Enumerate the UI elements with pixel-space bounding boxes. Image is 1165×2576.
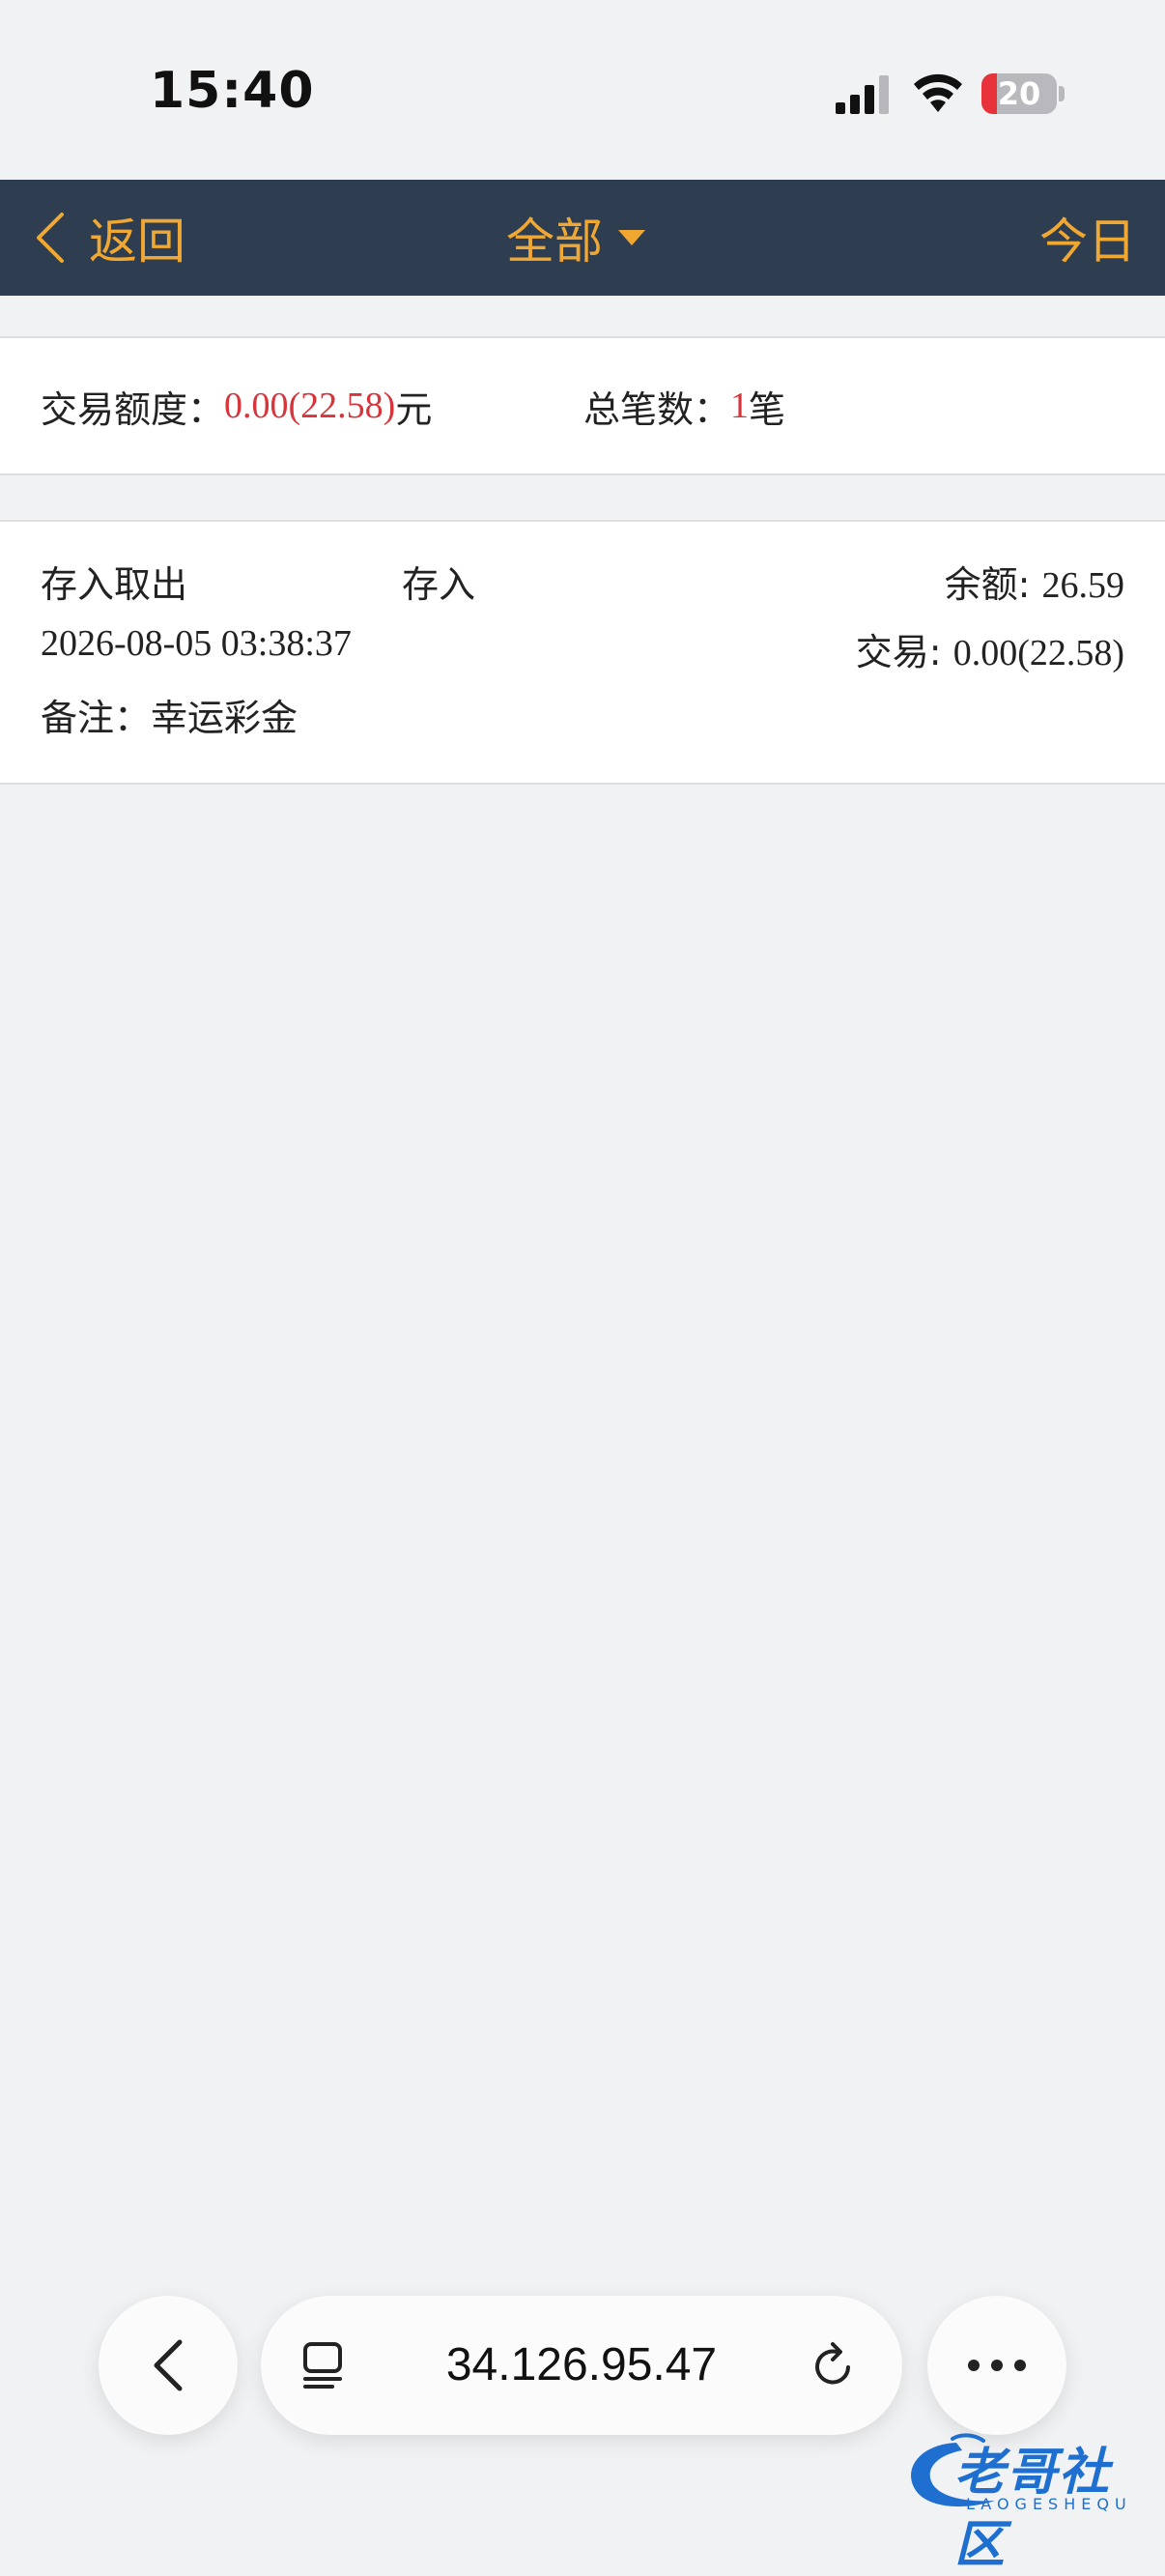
back-label: 返回: [89, 214, 185, 270]
trade-amount-label: 交易额度：: [41, 387, 225, 431]
caret-down-icon: [618, 230, 645, 245]
status-time: 15:40: [150, 62, 315, 120]
record-balance: 余额: 26.59: [945, 555, 1124, 608]
battery-cap: [1059, 86, 1065, 101]
filter-dropdown[interactable]: 全部: [506, 203, 647, 272]
summary-panel: 交易额度： 0.00(22.58) 元 总笔数： 1 笔: [0, 336, 1165, 475]
record-datetime: 2026-08-05 03:38:37: [41, 623, 352, 664]
trade-label: 交易:: [855, 631, 953, 673]
transaction-record[interactable]: 存入取出 存入 余额: 26.59 2026-08-05 03:38:37 交易…: [0, 520, 1165, 785]
status-bar: 15:40 20: [0, 0, 1165, 180]
record-note: 备注：幸运彩金: [41, 688, 298, 741]
filter-title: 全部: [506, 214, 603, 270]
balance-label: 余额:: [944, 563, 1042, 606]
battery-level: 20: [997, 75, 1041, 112]
note-value: 幸运彩金: [151, 697, 298, 739]
top-navbar: 返回 全部 今日: [0, 180, 1165, 296]
chevron-left-icon: [154, 2339, 183, 2391]
back-button[interactable]: 返回: [33, 180, 185, 296]
url-text: 34.126.95.47: [445, 2339, 718, 2390]
total-count-value: 1: [730, 386, 750, 426]
chevron-left-icon: [37, 213, 64, 263]
trade-amount-value: 0.00(22.58): [224, 386, 396, 426]
trade-value: 0.00(22.58): [952, 633, 1124, 673]
browser-back-button[interactable]: [99, 2296, 238, 2435]
total-count-unit: 笔: [749, 387, 786, 431]
watermark-subtext: LAOGESHEQU: [966, 2495, 1132, 2513]
today-button[interactable]: 今日: [1039, 180, 1136, 296]
more-button[interactable]: [927, 2296, 1066, 2435]
battery-icon: 20: [981, 73, 1057, 114]
watermark-logo: 老哥社区 LAOGESHEQU: [898, 2427, 1159, 2574]
trade-amount-unit: 元: [395, 387, 433, 431]
record-trade: 交易: 0.00(22.58): [856, 622, 1124, 675]
balance-value: 26.59: [1041, 565, 1125, 606]
more-icon: [968, 2360, 1026, 2371]
reload-icon[interactable]: [810, 2340, 860, 2390]
record-type: 存入: [402, 563, 476, 606]
total-count-summary: 总笔数： 1 笔: [583, 338, 785, 473]
total-count-label: 总笔数：: [583, 387, 731, 431]
trade-amount-summary: 交易额度： 0.00(22.58) 元: [41, 338, 432, 473]
address-bar[interactable]: 34.126.95.47: [261, 2296, 902, 2435]
note-label: 备注：: [41, 697, 152, 739]
record-category: 存入取出: [41, 563, 188, 606]
cellular-signal-icon: [836, 75, 889, 114]
wifi-icon: [914, 73, 962, 112]
